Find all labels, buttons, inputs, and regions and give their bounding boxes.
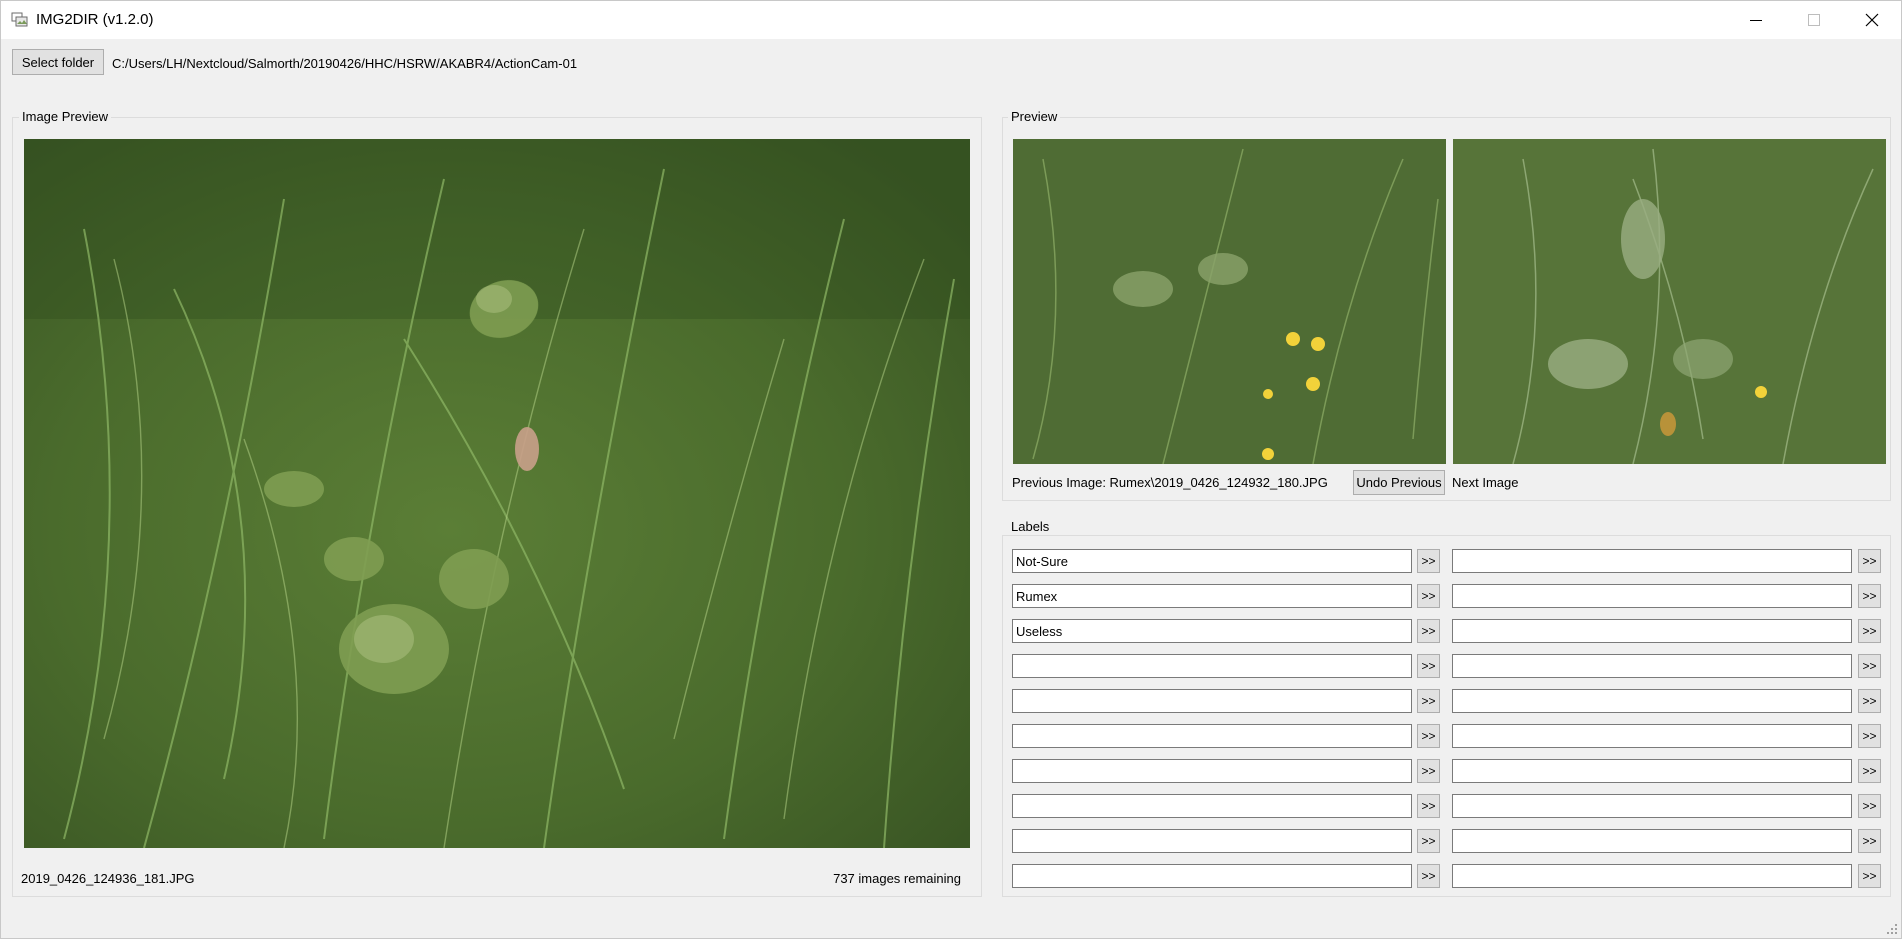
app-window: IMG2DIR (v1.2.0) Select folder C:/Users/… <box>0 0 1902 939</box>
maximize-icon <box>1808 14 1820 26</box>
move-to-label-button-right-1[interactable]: >> <box>1858 549 1881 573</box>
label-input-left-7[interactable] <box>1012 759 1412 783</box>
images-remaining-count: 737 images remaining <box>833 871 961 886</box>
window-title: IMG2DIR (v1.2.0) <box>36 11 154 28</box>
close-button[interactable] <box>1843 1 1901 39</box>
label-input-right-6[interactable] <box>1452 724 1852 748</box>
maximize-button[interactable] <box>1785 1 1843 39</box>
image-preview-title: Image Preview <box>19 109 111 124</box>
preview-title: Preview <box>1008 109 1061 124</box>
label-input-left-4[interactable] <box>1012 654 1412 678</box>
move-to-label-button-left-2[interactable]: >> <box>1417 584 1440 608</box>
labels-title: Labels <box>1008 519 1053 534</box>
label-input-right-1[interactable] <box>1452 549 1852 573</box>
label-input-right-4[interactable] <box>1452 654 1852 678</box>
select-folder-button[interactable]: Select folder <box>12 49 104 75</box>
move-to-label-button-right-5[interactable]: >> <box>1858 689 1881 713</box>
move-to-label-button-left-6[interactable]: >> <box>1417 724 1440 748</box>
move-to-label-button-left-10[interactable]: >> <box>1417 864 1440 888</box>
title-bar: IMG2DIR (v1.2.0) <box>1 1 1901 39</box>
label-input-right-9[interactable] <box>1452 829 1852 853</box>
move-to-label-button-left-1[interactable]: >> <box>1417 549 1440 573</box>
move-to-label-button-right-9[interactable]: >> <box>1858 829 1881 853</box>
label-input-right-7[interactable] <box>1452 759 1852 783</box>
move-to-label-button-right-3[interactable]: >> <box>1858 619 1881 643</box>
label-input-left-3[interactable] <box>1012 619 1412 643</box>
move-to-label-button-right-8[interactable]: >> <box>1858 794 1881 818</box>
move-to-label-button-right-2[interactable]: >> <box>1858 584 1881 608</box>
move-to-label-button-left-4[interactable]: >> <box>1417 654 1440 678</box>
label-input-left-10[interactable] <box>1012 864 1412 888</box>
move-to-label-button-right-7[interactable]: >> <box>1858 759 1881 783</box>
minimize-icon <box>1750 14 1762 26</box>
folder-path: C:/Users/LH/Nextcloud/Salmorth/20190426/… <box>112 56 578 71</box>
close-icon <box>1865 13 1879 27</box>
label-input-left-5[interactable] <box>1012 689 1412 713</box>
resize-grip-icon[interactable] <box>1886 923 1898 935</box>
label-input-right-2[interactable] <box>1452 584 1852 608</box>
label-input-left-2[interactable] <box>1012 584 1412 608</box>
next-image-thumbnail <box>1453 139 1886 464</box>
label-input-left-9[interactable] <box>1012 829 1412 853</box>
move-to-label-button-left-8[interactable]: >> <box>1417 794 1440 818</box>
label-input-right-8[interactable] <box>1452 794 1852 818</box>
main-image-preview <box>24 139 970 848</box>
move-to-label-button-left-5[interactable]: >> <box>1417 689 1440 713</box>
next-image-label: Next Image <box>1452 475 1519 490</box>
label-input-left-1[interactable] <box>1012 549 1412 573</box>
move-to-label-button-right-4[interactable]: >> <box>1858 654 1881 678</box>
move-to-label-button-left-3[interactable]: >> <box>1417 619 1440 643</box>
minimize-button[interactable] <box>1727 1 1785 39</box>
label-input-right-3[interactable] <box>1452 619 1852 643</box>
app-icon <box>11 12 29 28</box>
current-image-filename: 2019_0426_124936_181.JPG <box>21 871 195 886</box>
label-input-right-5[interactable] <box>1452 689 1852 713</box>
move-to-label-button-right-6[interactable]: >> <box>1858 724 1881 748</box>
move-to-label-button-right-10[interactable]: >> <box>1858 864 1881 888</box>
label-input-right-10[interactable] <box>1452 864 1852 888</box>
label-input-left-8[interactable] <box>1012 794 1412 818</box>
label-input-left-6[interactable] <box>1012 724 1412 748</box>
previous-image-label: Previous Image: Rumex\2019_0426_124932_1… <box>1012 475 1328 490</box>
undo-previous-button[interactable]: Undo Previous <box>1353 470 1445 495</box>
move-to-label-button-left-9[interactable]: >> <box>1417 829 1440 853</box>
move-to-label-button-left-7[interactable]: >> <box>1417 759 1440 783</box>
previous-image-thumbnail <box>1013 139 1446 464</box>
